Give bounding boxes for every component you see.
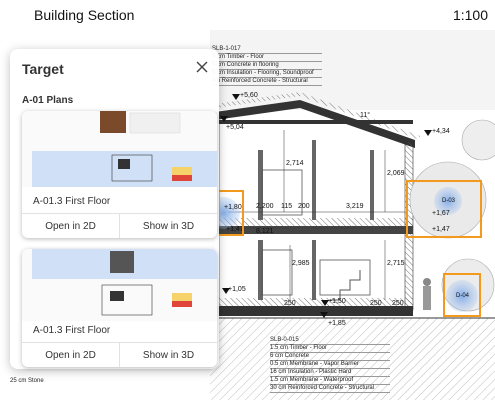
level-marker-right-top (424, 130, 432, 136)
level-label: +1,85 (328, 320, 346, 327)
plan-card[interactable]: A-01.3 First Floor Open in 2D Show in 3D (22, 249, 217, 367)
stone-label: 25 cm Stone (10, 378, 44, 384)
dimension-label: 250 (392, 300, 404, 307)
dimension-label: 2,200 (256, 203, 274, 210)
floor-spec-id: SLB-0-015 (270, 337, 390, 345)
level-label: +5,04 (226, 124, 244, 131)
highlight-box-d03[interactable] (406, 180, 482, 238)
floor-spec-note: SLB-0-015 1.5 cm Timber - Floor 6 cm Con… (270, 337, 390, 393)
drawing-scale: 1:100 (452, 7, 488, 23)
roof-spec-layer: cm Reinforced Concrete - Structural (212, 78, 322, 86)
level-label: +4,34 (432, 128, 450, 135)
show-in-3d-button[interactable]: Show in 3D (119, 214, 217, 238)
dimension-label: 2,715 (387, 260, 405, 267)
roof-spec-layer: 5 cm Concrete in flooring (212, 62, 322, 70)
partition-2 (312, 140, 316, 220)
floor-spec-layer: 0.5 cm Membrane - Vapor Barrier (270, 361, 390, 369)
tree-3 (461, 119, 495, 161)
level-label: +5,60 (240, 92, 258, 99)
level-label: +1,50 (328, 298, 346, 305)
dimension-label: 115 (281, 203, 293, 210)
open-in-2d-button[interactable]: Open in 2D (22, 214, 119, 238)
cabinet (261, 249, 293, 296)
roof-spec-layer: 5 cm Timber - Floor (212, 54, 322, 62)
roof-spec-layer: 5 cm Insulation - Flooring, Soundproof (212, 70, 322, 78)
person-figure (423, 278, 431, 310)
drawing-header: Building Section 1:100 (0, 0, 495, 30)
dimension-label: 8,121 (256, 228, 274, 235)
partition-5 (312, 240, 316, 300)
dimension-label: 2,714 (286, 160, 304, 167)
dimension-label: 2,985 (292, 260, 310, 267)
roof-spec-id: SLB-1-017 (212, 46, 322, 54)
floor-spec-layer: 16 cm Insulation - Plastic Hard (270, 369, 390, 377)
plan-thumbnail (22, 111, 217, 187)
ground-slab (213, 306, 413, 316)
show-in-3d-button[interactable]: Show in 3D (119, 343, 217, 367)
roof-spec-note: SLB-1-017 5 cm Timber - Floor 5 cm Concr… (212, 46, 322, 86)
roof-angle-label: 11° (360, 112, 371, 119)
card-name: A-01.3 First Floor (33, 196, 111, 207)
floor-spec-layer: 6 cm Concrete (270, 353, 390, 361)
highlight-box-d04[interactable] (443, 273, 481, 317)
level-label: +1,05 (228, 286, 246, 293)
floor-spec-layer: 1.5 cm Timber - Floor (270, 345, 390, 353)
dimension-label: 250 (370, 300, 382, 307)
partition-3 (370, 150, 374, 220)
section-label: A-01 Plans (22, 95, 74, 106)
panel-title: Target (22, 61, 64, 77)
dimension-label: 3,219 (346, 203, 364, 210)
card-actions: Open in 2D Show in 3D (22, 213, 217, 238)
card-name: A-01.3 First Floor (33, 325, 111, 336)
open-in-2d-button[interactable]: Open in 2D (22, 343, 119, 367)
card-actions: Open in 2D Show in 3D (22, 342, 217, 367)
target-panel: Target A-01 Plans A-01.3 First Floor Ope… (10, 49, 219, 369)
dimension-label: 2,069 (387, 170, 405, 177)
close-icon[interactable] (194, 59, 210, 75)
floor-spec-layer: 1.5 cm Membrane - Waterproof (270, 377, 390, 385)
plan-thumbnail (22, 249, 217, 321)
dimension-label: 250 (284, 300, 296, 307)
drawing-title: Building Section (34, 7, 135, 23)
floor-spec-layer: 30 cm Reinforced Concrete - Structural (270, 385, 390, 393)
plan-card[interactable]: A-01.3 First Floor Open in 2D Show in 3D (22, 111, 217, 238)
dimension-label: 200 (298, 203, 310, 210)
stairs (330, 270, 361, 301)
